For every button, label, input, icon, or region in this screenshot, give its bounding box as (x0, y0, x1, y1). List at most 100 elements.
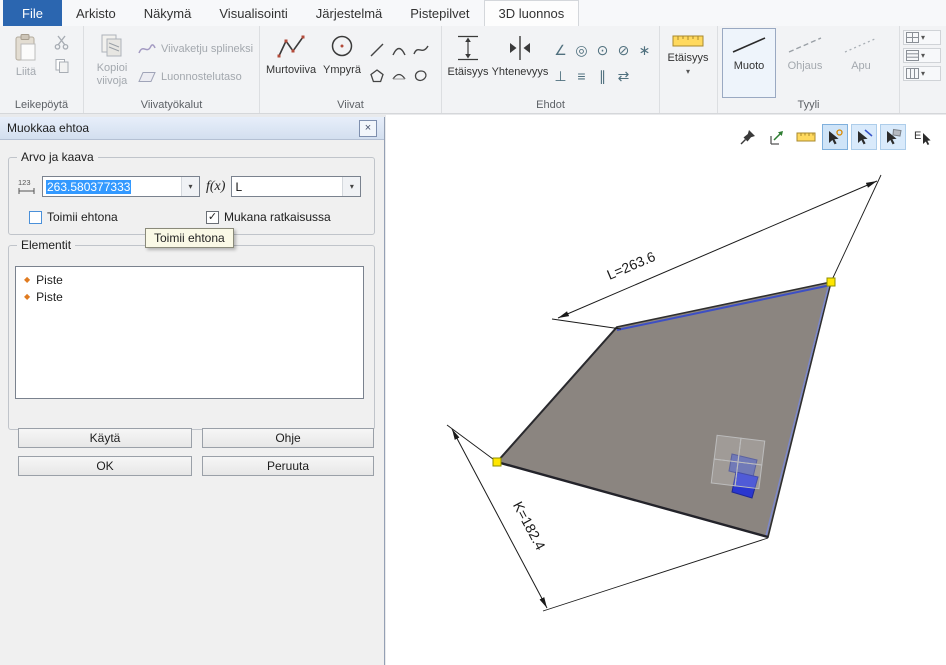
ribbon-group-clipboard: Liitä Leikepöytä (0, 26, 84, 113)
select-point-button[interactable] (822, 124, 848, 150)
distance-tool-button[interactable]: Etäisyys ▾ (664, 28, 712, 98)
value-combobox[interactable]: 263.580377333 ▾ (42, 176, 200, 197)
polygon-icon[interactable] (369, 68, 385, 84)
scissors-icon (54, 34, 70, 50)
formula-combobox[interactable]: L ▾ (231, 176, 361, 197)
fit-view-button[interactable] (764, 124, 790, 150)
tab-arkisto[interactable]: Arkisto (62, 0, 130, 26)
coincidence-button[interactable]: Yhtenevyys (492, 28, 548, 98)
concentric-constraint-icon[interactable]: ◎ (575, 43, 587, 57)
paste-icon (12, 33, 40, 63)
solution-checkbox[interactable]: ✓ (206, 211, 219, 224)
spline-chain-icon (138, 42, 156, 56)
tab-pistepilvet[interactable]: Pistepilvet (396, 0, 483, 26)
list-item[interactable]: ◆ Piste (16, 271, 363, 288)
ribbon-group-line-tools: Kopioi viivoja Viivaketju splineksi Luon… (84, 26, 260, 113)
tab-file[interactable]: File (3, 0, 62, 26)
ribbon-tab-bar: File Arkisto Näkymä Visualisointi Järjes… (0, 0, 946, 26)
paste-label: Liitä (16, 66, 36, 79)
circle-button[interactable]: Ympyrä (320, 28, 364, 98)
pin-button[interactable] (735, 124, 761, 150)
style-shape-button[interactable]: Muoto (722, 28, 776, 98)
point-marker-icon: ◆ (24, 293, 30, 301)
paste-button[interactable]: Liitä (4, 28, 48, 98)
dimension-l-label: L=263.6 (604, 248, 657, 283)
tab-3d-luonnos[interactable]: 3D luonnos (484, 0, 580, 26)
coincidence-icon (507, 33, 533, 63)
close-icon[interactable]: × (359, 120, 377, 137)
distance-group-label (660, 98, 717, 113)
constraint-checkbox-label: Toimii ehtona (47, 210, 118, 224)
tangent-constraint-icon[interactable]: ⊙ (597, 43, 609, 57)
list-item[interactable]: ◆ Piste (16, 288, 363, 305)
symmetry-constraint-icon[interactable]: ⇄ (618, 69, 630, 83)
ok-button[interactable]: OK (18, 456, 192, 476)
angle-constraint-icon[interactable]: ∠ (554, 43, 567, 57)
normal-constraint-icon[interactable]: ⊘ (618, 43, 630, 57)
copy-lines-label: Kopioi viivoja (89, 62, 135, 87)
select-edge-icon (855, 128, 873, 146)
select-element-button[interactable]: E (909, 124, 935, 150)
perpendicular-constraint-icon[interactable]: ⊥ (554, 69, 566, 83)
grid-option-button-3[interactable]: ▾ (903, 66, 941, 81)
select-face-button[interactable] (880, 124, 906, 150)
elements-list[interactable]: ◆ Piste ◆ Piste (15, 266, 364, 399)
application-window: { "window": { "tabs": [ {"label": "File"… (0, 0, 946, 665)
dialog-title: Muokkaa ehtoa (7, 121, 89, 135)
polyline-button[interactable]: Murtoviiva (264, 28, 318, 98)
tab-visualisointi[interactable]: Visualisointi (205, 0, 301, 26)
ribbon-group-distance: Etäisyys ▾ (660, 26, 718, 113)
grid-option-button-2[interactable]: ▾ (903, 48, 941, 63)
clipboard-group-label: Leikepöytä (0, 98, 83, 113)
sketch-plane-button[interactable]: Luonnostelutaso (138, 67, 253, 87)
pattern-constraint-icon[interactable]: ∗ (639, 43, 651, 57)
grid-option-button-1[interactable]: ▾ (903, 30, 941, 45)
tab-nakyma[interactable]: Näkymä (130, 0, 206, 26)
arc-icon[interactable] (391, 42, 407, 58)
pin-icon (739, 128, 757, 146)
chevron-down-icon: ▾ (921, 70, 925, 78)
style-aux-label: Apu (851, 60, 871, 73)
style-control-label: Ohjaus (788, 60, 823, 73)
spline-icon[interactable] (413, 42, 429, 58)
parallel-constraint-icon[interactable]: ∥ (599, 69, 606, 83)
distance-constraint-label: Etäisyys (448, 66, 489, 79)
line-icon[interactable] (369, 42, 385, 58)
sketch-plane-icon (138, 71, 156, 83)
apply-button[interactable]: Käytä (18, 428, 192, 448)
circle-icon (328, 33, 356, 61)
sketch-plane-label: Luonnostelutaso (161, 71, 242, 83)
style-aux-button[interactable]: Apu (834, 28, 888, 98)
help-button[interactable]: Ohje (202, 428, 374, 448)
sketch-canvas[interactable]: L=263.6 K=182.4 (386, 115, 946, 665)
distance-tool-label: Etäisyys (668, 52, 709, 65)
constraints-group-label: Ehdot (442, 98, 659, 113)
ruler-icon (672, 33, 704, 49)
vertex-marker[interactable] (493, 458, 501, 466)
ribbon-group-view-options: ▾ ▾ ▾ (900, 26, 944, 113)
chevron-down-icon: ▾ (921, 52, 925, 60)
style-control-button[interactable]: Ohjaus (778, 28, 832, 98)
dialog-title-bar[interactable]: Muokkaa ehtoa × (0, 117, 384, 140)
distance-constraint-button[interactable]: Etäisyys (446, 28, 490, 98)
closed-curve-icon[interactable] (413, 68, 429, 84)
chevron-down-icon[interactable]: ▾ (181, 177, 199, 196)
measure-button[interactable] (793, 124, 819, 150)
dimension-l-line (558, 181, 877, 318)
line-tools-group-label: Viivatyökalut (84, 98, 259, 113)
chevron-down-icon: ▾ (686, 68, 690, 76)
equal-constraint-icon[interactable]: ≡ (577, 69, 585, 83)
spline-chain-button[interactable]: Viivaketju splineksi (138, 39, 253, 59)
value-input-text: 263.580377333 (46, 180, 131, 194)
copy-lines-button[interactable]: Kopioi viivoja (88, 28, 136, 98)
constraint-checkbox[interactable] (29, 211, 42, 224)
select-edge-button[interactable] (851, 124, 877, 150)
chevron-down-icon[interactable]: ▾ (342, 177, 360, 196)
elements-group-label: Elementit (17, 238, 75, 252)
cut-button[interactable] (52, 32, 72, 52)
vertex-marker[interactable] (827, 278, 835, 286)
copy-button[interactable] (52, 56, 72, 76)
tab-jarjestelma[interactable]: Järjestelmä (302, 0, 396, 26)
cancel-button[interactable]: Peruuta (202, 456, 374, 476)
arc-chord-icon[interactable] (391, 68, 407, 84)
